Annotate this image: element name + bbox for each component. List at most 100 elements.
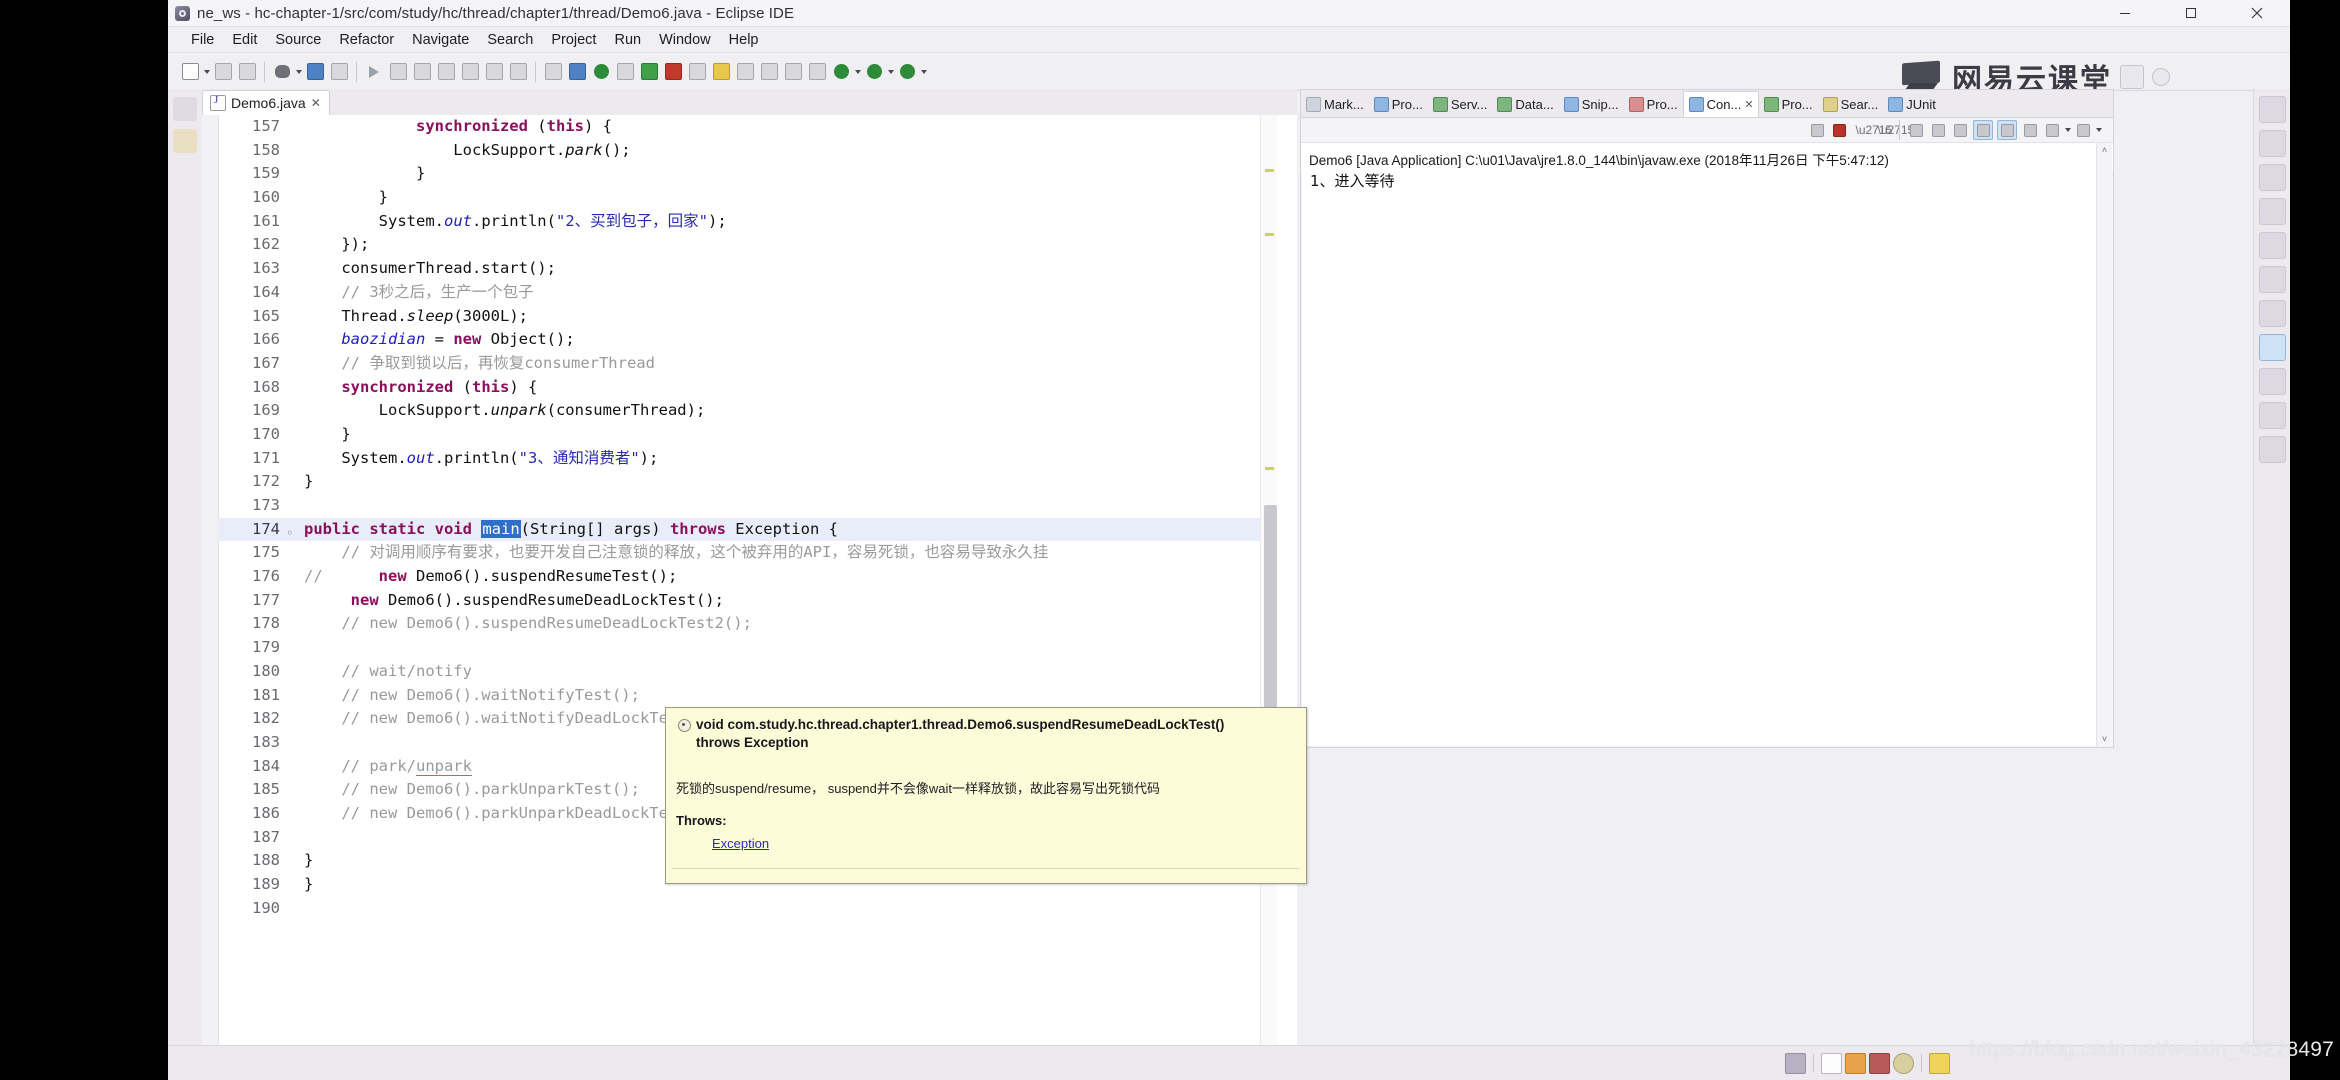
tip-status-icon[interactable] bbox=[1929, 1052, 1950, 1074]
code-line[interactable]: 181 // new Demo6().waitNotifyTest(); bbox=[218, 684, 1261, 708]
remove-all-launches-icon[interactable]: \u2715 bbox=[1874, 121, 1915, 139]
drop-to-frame-icon[interactable] bbox=[507, 60, 529, 84]
console-tab-snip[interactable]: Snip... bbox=[1559, 92, 1624, 117]
project-explorer-icon[interactable] bbox=[173, 129, 197, 153]
code-line[interactable]: 164 // 3秒之后，生产一个包子 bbox=[218, 281, 1261, 305]
code-line[interactable]: 169 LockSupport.unpark(consumerThread); bbox=[218, 399, 1261, 423]
code-line[interactable]: 157 synchronized (this) { bbox=[218, 115, 1261, 139]
next-annotation-icon[interactable] bbox=[734, 60, 756, 84]
console-tab-con[interactable]: Con... ✕ bbox=[1682, 91, 1759, 117]
menu-project[interactable]: Project bbox=[542, 29, 605, 51]
code-line[interactable]: 161 System.out.println("2、买到包子，回家"); bbox=[218, 210, 1261, 234]
new-class-dropdown-icon[interactable] bbox=[886, 60, 895, 84]
scroll-lock-icon[interactable] bbox=[1929, 121, 1947, 139]
terminate-console-icon[interactable] bbox=[1830, 121, 1848, 139]
console-scroll-up-icon[interactable]: ˄ bbox=[2097, 143, 2112, 157]
menu-edit[interactable]: Edit bbox=[223, 29, 266, 51]
debug-icon[interactable] bbox=[271, 60, 293, 84]
save-icon[interactable] bbox=[212, 60, 234, 84]
save-all-icon[interactable] bbox=[236, 60, 258, 84]
properties-view-icon[interactable] bbox=[2258, 368, 2286, 395]
console-tab-data[interactable]: Data... bbox=[1492, 92, 1558, 117]
resume-icon[interactable] bbox=[363, 60, 385, 84]
code-line[interactable]: 175 // 对调用顺序有要求，也要开发自己注意锁的释放，这个被弃用的API，容… bbox=[218, 541, 1261, 565]
show-console-on-error-icon[interactable] bbox=[1997, 120, 2017, 140]
pin-console-icon[interactable] bbox=[2021, 121, 2039, 139]
package-status-icon[interactable] bbox=[1845, 1052, 1866, 1074]
console-scroll-down-icon[interactable]: ˅ bbox=[2097, 732, 2112, 746]
show-console-on-output-icon[interactable] bbox=[1973, 120, 1993, 140]
new-package-icon[interactable] bbox=[896, 60, 918, 84]
step-over-icon[interactable] bbox=[459, 60, 481, 84]
console-vertical-scrollbar[interactable]: ˄ ˅ bbox=[2096, 143, 2112, 746]
new-package-dropdown-icon[interactable] bbox=[919, 60, 928, 84]
suspend-icon[interactable] bbox=[387, 60, 409, 84]
code-line[interactable]: 171 System.out.println("3、通知消费者"); bbox=[218, 447, 1261, 471]
progress-view-icon[interactable] bbox=[2258, 300, 2286, 327]
pencil-status-icon[interactable] bbox=[1869, 1052, 1890, 1074]
menu-search[interactable]: Search bbox=[478, 29, 542, 51]
open-console-icon[interactable] bbox=[2074, 121, 2092, 139]
code-line[interactable]: 166 baozidian = new Object(); bbox=[218, 328, 1261, 352]
code-line[interactable]: 180 // wait/notify bbox=[218, 660, 1261, 684]
smart-insert-icon[interactable] bbox=[1785, 1052, 1806, 1074]
problems-view-icon[interactable] bbox=[2258, 164, 2286, 191]
search-icon[interactable] bbox=[566, 60, 588, 84]
code-line[interactable]: 178 // new Demo6().suspendResumeDeadLock… bbox=[218, 612, 1261, 636]
menu-file[interactable]: File bbox=[182, 29, 223, 51]
hover-throws-link[interactable]: Exception bbox=[712, 836, 769, 851]
console-output[interactable]: 1、进入等待 bbox=[1302, 169, 2097, 746]
display-selected-console-icon[interactable] bbox=[2043, 121, 2061, 139]
code-line[interactable]: 179 bbox=[218, 636, 1261, 660]
code-line[interactable]: 174 ◦ public static void main(String[] arg… bbox=[218, 517, 1261, 542]
outline-view-icon[interactable] bbox=[2258, 96, 2286, 123]
new-wizard-dropdown-icon[interactable] bbox=[202, 60, 211, 84]
debug-run-icon[interactable] bbox=[638, 60, 660, 84]
junit-view-icon[interactable] bbox=[2258, 436, 2286, 463]
code-line[interactable]: 168 synchronized (this) { bbox=[218, 376, 1261, 400]
maximize-button[interactable] bbox=[2158, 0, 2224, 26]
code-line[interactable]: 170 } bbox=[218, 423, 1261, 447]
menu-refactor[interactable]: Refactor bbox=[330, 29, 403, 51]
new-wizard-icon[interactable] bbox=[179, 60, 201, 84]
editor-tab-demo6[interactable]: Demo6.java ✕ bbox=[202, 90, 330, 115]
code-line[interactable]: 177 new Demo6().suspendResumeDeadLockTes… bbox=[218, 589, 1261, 613]
folder-status-icon[interactable] bbox=[1821, 1052, 1842, 1074]
terminate-icon[interactable] bbox=[411, 60, 433, 84]
new-class-icon[interactable] bbox=[863, 60, 885, 84]
run-icon[interactable] bbox=[590, 60, 612, 84]
step-into-icon[interactable] bbox=[435, 60, 457, 84]
menu-navigate[interactable]: Navigate bbox=[403, 29, 478, 51]
console-tab-close-icon[interactable]: ✕ bbox=[1744, 98, 1753, 111]
code-line[interactable]: 162 }); bbox=[218, 233, 1261, 257]
new-java-dropdown-icon[interactable] bbox=[853, 60, 862, 84]
console-tab-serv[interactable]: Serv... bbox=[1428, 92, 1493, 117]
code-line[interactable]: 158 LockSupport.park(); bbox=[218, 139, 1261, 163]
clear-console-icon[interactable] bbox=[1907, 121, 1925, 139]
debug-dropdown-icon[interactable] bbox=[294, 60, 303, 84]
new-java-project-icon[interactable] bbox=[830, 60, 852, 84]
external-tools-icon[interactable] bbox=[328, 60, 350, 84]
back-icon[interactable] bbox=[782, 60, 804, 84]
search-view-icon[interactable] bbox=[2258, 402, 2286, 429]
editor-tab-close-icon[interactable]: ✕ bbox=[311, 96, 321, 110]
code-line[interactable]: 167 // 争取到锁以后，再恢复consumerThread bbox=[218, 352, 1261, 376]
console-tab-junit[interactable]: JUnit bbox=[1883, 92, 1941, 117]
code-line[interactable]: 160 } bbox=[218, 186, 1261, 210]
code-line[interactable]: 176// new Demo6().suspendResumeTest(); bbox=[218, 565, 1261, 589]
history-icon[interactable] bbox=[686, 60, 708, 84]
code-line[interactable]: 159 } bbox=[218, 162, 1261, 186]
prev-annotation-icon[interactable] bbox=[758, 60, 780, 84]
menu-run[interactable]: Run bbox=[605, 29, 650, 51]
markers-view-icon[interactable] bbox=[2258, 130, 2286, 157]
console-tab-pro[interactable]: Pro... bbox=[1369, 92, 1428, 117]
forward-icon[interactable] bbox=[806, 60, 828, 84]
code-line[interactable]: 190 bbox=[218, 897, 1261, 921]
console-tab-pro[interactable]: Pro... bbox=[1759, 92, 1818, 117]
editor-gutter[interactable] bbox=[202, 115, 219, 1080]
menu-help[interactable]: Help bbox=[720, 29, 768, 51]
ring-status-icon[interactable] bbox=[1893, 1052, 1914, 1074]
servers-view-icon[interactable] bbox=[2258, 198, 2286, 225]
coverage-icon[interactable] bbox=[614, 60, 636, 84]
console-view-icon[interactable] bbox=[2258, 334, 2286, 361]
